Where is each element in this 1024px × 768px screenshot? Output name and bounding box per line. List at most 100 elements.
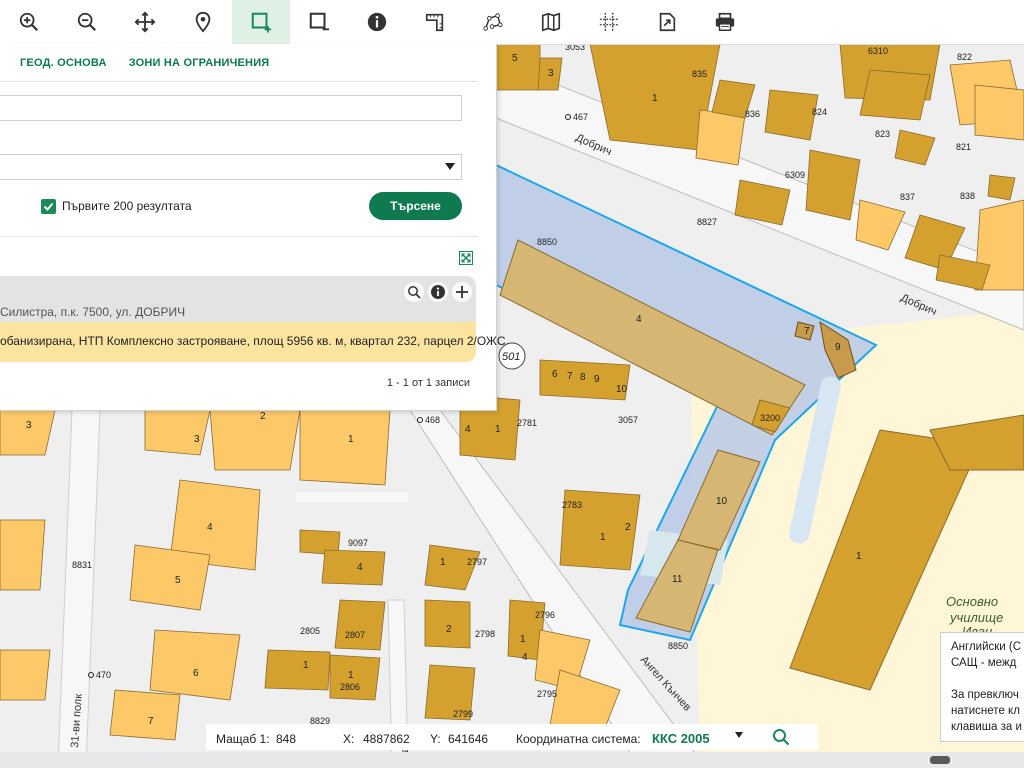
svg-text:836: 836 — [745, 109, 760, 119]
locate-button[interactable] — [174, 0, 232, 44]
tooltip-line: За превключ — [951, 689, 1019, 701]
result-add-button[interactable] — [452, 282, 472, 302]
svg-text:2796: 2796 — [535, 610, 555, 620]
crs-label: Координатна система: — [516, 732, 641, 746]
export-button[interactable] — [638, 0, 696, 44]
search-text-input[interactable] — [0, 96, 465, 122]
first-200-checkbox-label: Първите 200 резултата — [62, 199, 192, 213]
search-text-field[interactable] — [0, 95, 465, 122]
svg-text:11: 11 — [672, 574, 683, 585]
search-type-value — [0, 155, 465, 181]
select-remove-button[interactable] — [290, 0, 348, 44]
pan-arrows-icon — [134, 11, 156, 33]
svg-text:4: 4 — [636, 314, 642, 325]
svg-text:6309: 6309 — [785, 170, 805, 180]
rect-select-add-icon — [251, 12, 272, 33]
check-icon — [43, 202, 54, 211]
result-row[interactable]: обанизирана, НТП Комплексно застрояване,… — [0, 322, 506, 362]
svg-text:821: 821 — [956, 142, 971, 152]
svg-text:838: 838 — [960, 191, 975, 201]
pan-button[interactable] — [116, 0, 174, 44]
svg-text:2: 2 — [625, 522, 631, 533]
plus-icon — [456, 286, 468, 298]
keyboard-layout-tooltip: Английски (С САЩ - межд За превключ нати… — [940, 632, 1024, 742]
zoom-out-icon — [77, 12, 97, 32]
svg-text:2805: 2805 — [300, 626, 320, 636]
map-icon — [541, 12, 561, 32]
zoom-in-button[interactable] — [0, 0, 58, 44]
svg-text:2797: 2797 — [467, 557, 487, 567]
svg-text:2781: 2781 — [517, 418, 537, 428]
svg-text:9097: 9097 — [348, 538, 368, 548]
first-200-checkbox[interactable] — [41, 199, 56, 214]
scale-value[interactable]: 848 — [276, 732, 296, 746]
select-add-button[interactable] — [232, 0, 290, 44]
svg-text:1: 1 — [440, 557, 446, 568]
svg-text:4: 4 — [207, 522, 213, 533]
tooltip-line: клавиша за и — [951, 721, 1022, 733]
svg-text:501: 501 — [502, 351, 520, 363]
result-header[interactable]: Силистра, п.к. 7500, ул. ДОБРИЧ — [0, 276, 476, 322]
zoom-out-button[interactable] — [58, 0, 116, 44]
info-icon — [367, 12, 387, 32]
svg-text:835: 835 — [692, 69, 707, 79]
layers-button[interactable] — [522, 0, 580, 44]
taskbar-indicator — [930, 756, 950, 764]
svg-text:2783: 2783 — [562, 500, 582, 510]
print-button[interactable] — [696, 0, 754, 44]
search-button[interactable]: Търсене — [369, 192, 462, 220]
svg-text:10: 10 — [716, 496, 728, 507]
tooltip-line: натиснете кл — [951, 705, 1020, 717]
tooltip-line: Английски (С — [951, 641, 1022, 653]
svg-text:2807: 2807 — [345, 630, 365, 640]
result-info-button[interactable] — [428, 282, 448, 302]
svg-text:9: 9 — [594, 374, 600, 385]
svg-text:470: 470 — [96, 670, 111, 680]
svg-text:5: 5 — [512, 53, 518, 64]
svg-text:2799: 2799 — [453, 709, 473, 719]
svg-text:училище: училище — [949, 610, 1003, 625]
chevron-down-icon — [445, 163, 455, 170]
map-toolbar — [0, 0, 1024, 45]
svg-text:4: 4 — [357, 562, 363, 573]
svg-text:2795: 2795 — [537, 689, 557, 699]
measure-button[interactable] — [406, 0, 464, 44]
svg-text:822: 822 — [957, 52, 972, 62]
svg-text:824: 824 — [812, 107, 827, 117]
divider — [0, 236, 478, 237]
draw-button[interactable] — [464, 0, 522, 44]
crs-value[interactable]: ККС 2005 — [652, 731, 710, 746]
coordinate-search-icon[interactable] — [772, 728, 790, 746]
search-type-select[interactable] — [0, 154, 465, 181]
scale-label: Мащаб 1: — [216, 732, 270, 746]
status-bar: Мащаб 1: 848 X: 4887862 Y: 641646 Коорди… — [206, 724, 818, 750]
svg-text:7: 7 — [804, 326, 810, 337]
tab-zoni-na-ogranicheniya[interactable]: ЗОНИ НА ОГРАНИЧЕНИЯ — [129, 57, 270, 69]
svg-text:823: 823 — [875, 129, 890, 139]
export-icon — [659, 12, 676, 32]
coordinates-button[interactable] — [580, 0, 638, 44]
svg-text:837: 837 — [900, 192, 915, 202]
zoom-to-result-button[interactable] — [404, 282, 424, 302]
svg-text:6: 6 — [552, 369, 558, 380]
result-address: Силистра, п.к. 7500, ул. ДОБРИЧ — [0, 305, 186, 319]
y-value: 641646 — [448, 732, 489, 746]
grid-icon — [599, 12, 619, 32]
info-icon — [431, 285, 445, 299]
x-value: 4887862 — [363, 732, 410, 746]
svg-text:467: 467 — [573, 112, 588, 122]
info-button[interactable] — [348, 0, 406, 44]
search-icon — [408, 286, 421, 299]
crs-dropdown-chevron-icon[interactable] — [735, 732, 743, 738]
svg-text:6: 6 — [193, 668, 199, 679]
svg-text:4: 4 — [465, 424, 471, 435]
expand-icon[interactable] — [459, 251, 473, 265]
divider — [0, 81, 478, 82]
search-panel: ГЕОД. ОСНОВА ЗОНИ НА ОГРАНИЧЕНИЯ Първите… — [0, 44, 506, 411]
svg-text:3057: 3057 — [618, 415, 638, 425]
svg-text:8: 8 — [580, 372, 586, 383]
tab-geod-osnova[interactable]: ГЕОД. ОСНОВА — [20, 57, 107, 69]
result-description: обанизирана, НТП Комплексно застрояване,… — [0, 334, 506, 348]
svg-text:8827: 8827 — [697, 217, 717, 227]
svg-text:5: 5 — [175, 575, 181, 586]
